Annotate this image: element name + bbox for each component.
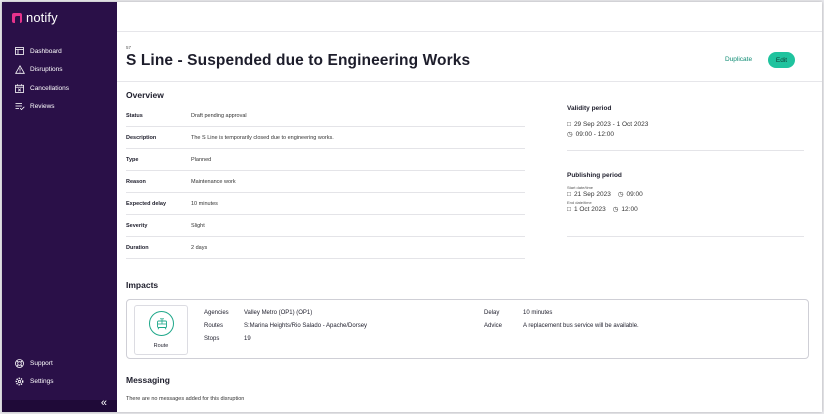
overview-row-duration: Duration 2 days — [126, 237, 525, 259]
sidebar-item-label: Reviews — [30, 103, 55, 111]
validity-title: Validity period — [567, 105, 612, 112]
advice-label: Advice — [484, 323, 503, 329]
row-label: Type — [126, 156, 139, 163]
row-value: 10 minutes — [191, 200, 218, 207]
divider — [567, 150, 804, 151]
gear-icon — [14, 377, 25, 386]
publishing-end: □ 1 Oct 2023 ◷ 12:00 — [567, 205, 804, 214]
calendar-icon: □ — [567, 190, 571, 198]
row-value: Slight — [191, 222, 205, 229]
app-name: notify — [26, 10, 58, 25]
validity-times-text: 09:00 - 12:00 — [575, 130, 614, 138]
duplicate-button[interactable]: Duplicate — [725, 56, 752, 63]
sidebar-item-cancellations[interactable]: Cancellations — [2, 79, 117, 98]
sidebar-item-settings[interactable]: Settings — [2, 373, 117, 392]
advice-value: A replacement bus service will be availa… — [523, 323, 639, 329]
sidebar-item-label: Support — [30, 359, 53, 367]
start-date: 21 Sep 2023 — [573, 190, 611, 198]
overview-row-status: Status Draft pending approval — [126, 105, 525, 127]
route-label: Route — [153, 343, 169, 349]
clock-icon: ◷ — [617, 191, 624, 198]
routes-value: S:Marina Heights/Rio Salado - Apache/Dor… — [244, 323, 368, 329]
row-value: Planned — [191, 156, 212, 163]
overview-row-expected-delay: Expected delay 10 minutes — [126, 193, 525, 215]
dashboard-icon — [14, 47, 25, 56]
sidebar-nav: Dashboard Disruptions Cancellations Revi… — [2, 42, 117, 116]
app-logo[interactable]: notify — [12, 10, 58, 25]
sidebar-footer — [2, 400, 117, 412]
sidebar-item-disruptions[interactable]: Disruptions — [2, 61, 117, 80]
top-bar — [117, 2, 822, 32]
agencies-value: Valley Metro (OP1) (OP1) — [244, 310, 313, 316]
routes-label: Routes — [204, 323, 224, 329]
messaging-empty-text: There are no messages added for this dis… — [126, 396, 245, 402]
overview-row-type: Type Planned — [126, 149, 525, 171]
row-value: 2 days — [191, 244, 208, 251]
delay-value: 10 minutes — [523, 310, 553, 316]
route-icon-circle — [149, 311, 174, 336]
sidebar-item-label: Disruptions — [30, 66, 63, 74]
collapse-sidebar-icon[interactable]: « — [101, 397, 107, 409]
start-time: 09:00 — [626, 190, 643, 198]
clock-icon: ◷ — [612, 206, 619, 213]
disruption-id: 57 — [126, 45, 132, 50]
row-label: Expected delay — [126, 200, 167, 207]
sidebar-item-label: Dashboard — [30, 47, 62, 55]
validity-period: Validity period □ 29 Sep 2023 - 1 Oct 20… — [567, 105, 804, 138]
validity-times: ◷ 09:00 - 12:00 — [567, 130, 804, 139]
sidebar: notify Dashboard Disruptions Cancellatio… — [2, 2, 117, 412]
row-value: Maintenance work — [191, 178, 236, 185]
row-value: Draft pending approval — [191, 112, 247, 119]
stops-value: 19 — [244, 336, 251, 342]
end-time: 12:00 — [621, 205, 638, 213]
app-window: notify Dashboard Disruptions Cancellatio… — [2, 2, 822, 412]
overview-row-description: Description The S Line is temporarily cl… — [126, 127, 525, 149]
row-label: Duration — [126, 244, 149, 251]
clock-icon: ◷ — [567, 131, 573, 138]
calendar-icon: □ — [567, 205, 571, 213]
page-title: S Line - Suspended due to Engineering Wo… — [126, 52, 471, 69]
divider — [567, 236, 804, 237]
main-content: 57 S Line - Suspended due to Engineering… — [117, 2, 822, 412]
agencies-label: Agencies — [204, 310, 229, 316]
sidebar-item-reviews[interactable]: Reviews — [2, 98, 117, 117]
tram-icon — [156, 317, 167, 329]
overview-row-reason: Reason Maintenance work — [126, 171, 525, 193]
stops-label: Stops — [204, 336, 220, 342]
row-label: Severity — [126, 222, 148, 229]
support-icon — [14, 358, 25, 368]
row-label: Reason — [126, 178, 146, 185]
publishing-period: Publishing period Start date/time □ 21 S… — [567, 172, 804, 213]
sidebar-item-label: Settings — [30, 378, 54, 386]
impact-card[interactable]: Route Agencies Valley Metro (OP1) (OP1) … — [126, 299, 809, 359]
row-value: The S Line is temporarily closed due to … — [191, 134, 334, 141]
edit-button[interactable]: Edit — [768, 52, 795, 68]
notify-logo-icon — [12, 12, 22, 23]
route-type-tile: Route — [134, 305, 188, 355]
warning-icon — [14, 65, 25, 74]
validity-dates: □ 29 Sep 2023 - 1 Oct 2023 — [567, 121, 804, 128]
calendar-icon: □ — [567, 121, 571, 128]
row-label: Description — [126, 134, 157, 141]
overview-heading: Overview — [126, 90, 164, 100]
impacts-heading: Impacts — [126, 280, 159, 290]
delay-label: Delay — [484, 310, 500, 316]
sidebar-item-support[interactable]: Support — [2, 354, 117, 373]
publishing-start: □ 21 Sep 2023 ◷ 09:00 — [567, 190, 804, 199]
review-list-icon — [14, 102, 25, 111]
divider — [117, 81, 822, 82]
sidebar-item-dashboard[interactable]: Dashboard — [2, 42, 117, 61]
end-date: 1 Oct 2023 — [573, 205, 606, 213]
overview-row-severity: Severity Slight — [126, 215, 525, 237]
sidebar-item-label: Cancellations — [30, 84, 70, 92]
calendar-x-icon — [14, 84, 25, 93]
publishing-title: Publishing period — [567, 172, 622, 179]
row-label: Status — [126, 112, 143, 119]
sidebar-bottom-nav: Support Settings — [2, 354, 117, 391]
messaging-heading: Messaging — [126, 375, 170, 385]
validity-dates-text: 29 Sep 2023 - 1 Oct 2023 — [573, 121, 649, 128]
